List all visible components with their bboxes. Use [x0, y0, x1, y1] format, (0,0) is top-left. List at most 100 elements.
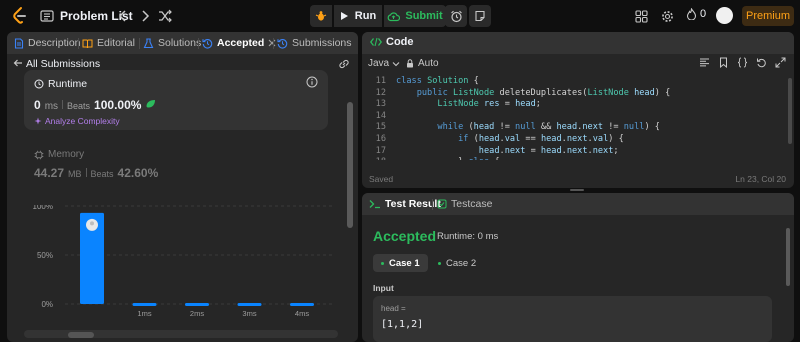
tab-divider [198, 38, 199, 49]
case-1-tab[interactable]: Case 1 [373, 254, 428, 272]
pass-dot [438, 261, 441, 265]
line-number: 14 [375, 110, 386, 121]
result-scrollbar[interactable] [786, 228, 790, 286]
code-scrollbar[interactable] [788, 78, 792, 144]
settings-button[interactable] [659, 8, 675, 24]
bookmark-icon [720, 57, 727, 68]
code-text: public ListNode deleteDuplicates(ListNod… [416, 87, 671, 98]
avatar[interactable] [716, 7, 733, 24]
expand-icon [775, 57, 786, 68]
tab-divider [139, 38, 140, 49]
history-icon [202, 38, 213, 49]
problem-list-icon[interactable] [40, 9, 54, 23]
runtime-card[interactable]: Runtime 0 ms Beats 100.00% Analyze Compl… [24, 70, 328, 130]
line-number: 13 [375, 99, 386, 110]
expand-button[interactable] [775, 57, 786, 68]
tab-accepted-label: Accepted [217, 37, 265, 49]
next-problem-button[interactable] [137, 8, 153, 24]
tab-description[interactable]: Description [14, 32, 81, 54]
fire-icon [686, 8, 697, 20]
language-label: Java [368, 58, 390, 69]
timer-button[interactable] [445, 5, 467, 27]
runtime-label: Runtime [48, 78, 88, 90]
gear-icon [661, 10, 673, 22]
code-text: class Solution { [396, 76, 479, 86]
auto-complete-toggle[interactable]: Auto [406, 58, 439, 69]
bookmark-button[interactable] [718, 57, 729, 68]
resize-grip[interactable] [570, 189, 584, 191]
reset-code-button[interactable] [756, 57, 767, 68]
chart-bar [132, 303, 157, 307]
run-button[interactable]: Run [334, 5, 382, 27]
analyze-complexity-label: Analyze Complexity [45, 116, 120, 126]
submit-button[interactable]: Submit [384, 5, 446, 27]
all-submissions-link[interactable]: All Submissions [26, 58, 100, 70]
info-icon[interactable] [306, 76, 318, 88]
x-tick-label: 4ms [295, 309, 309, 318]
memory-beats-label: Beats [90, 169, 114, 179]
format-code-button[interactable] [699, 57, 710, 68]
run-label: Run [354, 10, 377, 22]
pass-dot [381, 261, 384, 265]
cursor-position: Ln 23, Col 20 [735, 174, 786, 184]
code-text: head.next = head.next.next; [478, 145, 619, 156]
tab-editorial[interactable]: Editorial [82, 32, 135, 54]
auto-label: Auto [418, 58, 439, 69]
runtime-beats-label: Beats [67, 101, 91, 111]
layout-grid-button[interactable] [633, 8, 649, 24]
run-controls: Run Submit [310, 5, 446, 27]
braces-icon [737, 57, 748, 68]
horizontal-scroll-thumb[interactable] [68, 332, 94, 338]
random-problem-button[interactable] [157, 8, 173, 24]
leetcode-logo-icon[interactable] [10, 6, 30, 26]
debug-button[interactable] [310, 5, 332, 27]
memory-title[interactable]: Memory [34, 149, 84, 160]
undo-icon [757, 58, 766, 68]
code-editor[interactable]: 11 class Solution {12 public ListNode del… [362, 74, 794, 160]
vertical-scrollbar[interactable] [347, 102, 353, 228]
tab-test-result[interactable]: Test Result [369, 193, 441, 215]
shuffle-icon [159, 9, 172, 23]
tab-divider [273, 38, 274, 49]
result-status: Accepted [373, 228, 437, 244]
document-icon [14, 37, 24, 49]
code-text: while (head != null && head.next != null… [437, 122, 660, 133]
case-1-label: Case 1 [389, 257, 420, 269]
y-tick-label: 100% [33, 205, 53, 211]
tab-divider [78, 38, 79, 49]
input-variable: head = [381, 304, 406, 313]
y-tick-label: 50% [37, 251, 53, 260]
line-number: 16 [375, 134, 386, 144]
test-result-panel: Test Result Testcase Accepted Runtime: 0… [362, 193, 794, 342]
link-icon[interactable] [337, 57, 351, 71]
lock-icon [407, 59, 413, 68]
case-2-tab[interactable]: Case 2 [430, 254, 484, 272]
tab-solutions[interactable]: Solutions [143, 32, 201, 54]
braces-button[interactable] [737, 57, 748, 68]
top-bar: Problem List Run Submit 0 Premium [0, 0, 800, 32]
back-arrow-icon[interactable] [13, 58, 23, 71]
language-select[interactable]: Java [368, 58, 400, 69]
leaf-icon [146, 100, 156, 108]
memory-values: 44.27 MB Beats 42.60% [34, 166, 158, 180]
code-text: ListNode res = head; [437, 99, 541, 110]
checkbox-icon [437, 199, 447, 209]
prev-problem-button[interactable] [115, 8, 131, 24]
chevron-down-icon [392, 61, 400, 66]
analyze-complexity-button[interactable]: Analyze Complexity [34, 116, 120, 126]
flask-icon [143, 38, 154, 48]
streak-counter[interactable]: 0 [686, 8, 706, 20]
chip-icon [34, 150, 44, 159]
tab-accepted[interactable]: Accepted [202, 32, 276, 54]
tab-testcase[interactable]: Testcase [437, 193, 492, 215]
tab-submissions[interactable]: Submissions [277, 32, 352, 54]
tab-solutions-label: Solutions [158, 37, 202, 49]
memory-unit: MB [68, 169, 82, 179]
line-number: 18 [362, 157, 386, 160]
x-tick-label: 2ms [190, 309, 204, 318]
notes-button[interactable] [469, 5, 491, 27]
premium-button[interactable]: Premium [742, 6, 794, 26]
tab-description-label: Description [28, 37, 81, 49]
code-tab[interactable]: Code [370, 36, 414, 48]
memory-beats-pct: 42.60% [117, 166, 159, 180]
